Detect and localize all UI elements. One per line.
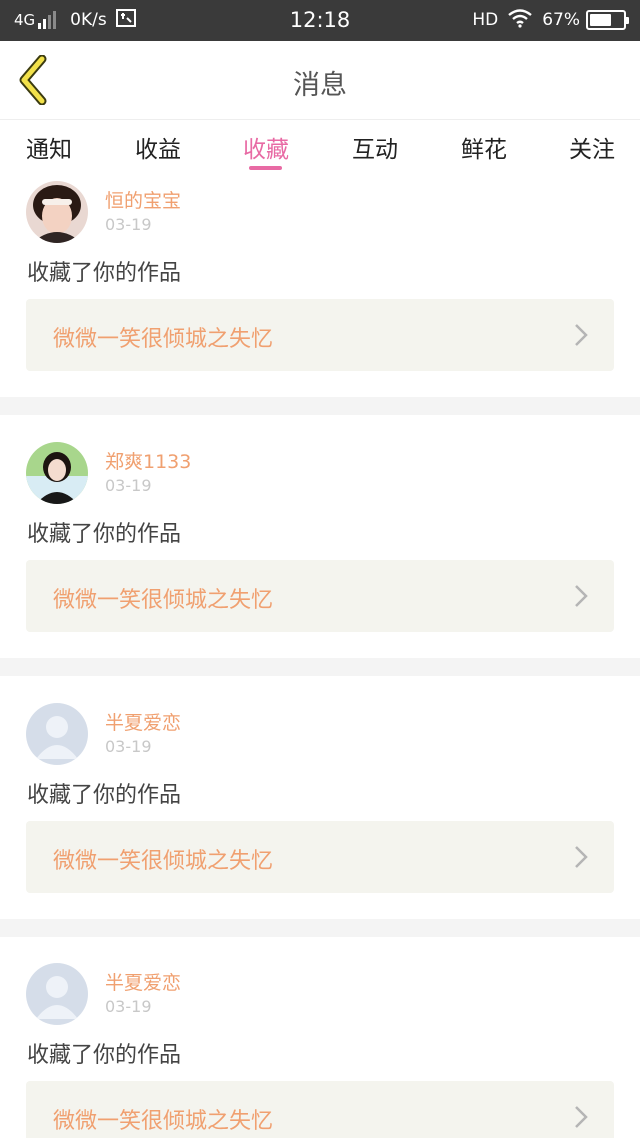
tab-earnings[interactable]: 收益 [135, 130, 181, 164]
tab-follows[interactable]: 关注 [569, 130, 615, 164]
chevron-right-icon [575, 585, 588, 607]
work-link[interactable]: 微微一笑很倾城之失忆 [26, 821, 614, 893]
message-action: 收藏了你的作品 [27, 261, 182, 286]
avatar[interactable] [26, 181, 88, 243]
card-divider [0, 397, 640, 415]
message-card: 恒的宝宝 03-19 收藏了你的作品 微微一笑很倾城之失忆 [0, 171, 640, 397]
card-divider [0, 919, 640, 937]
username[interactable]: 半夏爱恋 [105, 968, 181, 995]
tab-flowers[interactable]: 鲜花 [461, 130, 507, 164]
message-date: 03-19 [105, 476, 152, 495]
message-action: 收藏了你的作品 [27, 522, 182, 547]
message-date: 03-19 [105, 215, 152, 234]
username[interactable]: 恒的宝宝 [105, 186, 181, 213]
battery-percent: 67% [542, 10, 580, 30]
battery-icon [586, 10, 629, 30]
work-link[interactable]: 微微一笑很倾城之失忆 [26, 1081, 614, 1138]
chevron-right-icon [575, 324, 588, 346]
hd-indicator: HD [472, 10, 499, 30]
card-divider [0, 658, 640, 676]
avatar[interactable] [26, 442, 88, 504]
username[interactable]: 半夏爱恋 [105, 708, 181, 735]
nav-bar: 消息 [0, 41, 640, 119]
tab-interactions[interactable]: 互动 [352, 130, 398, 164]
work-title: 微微一笑很倾城之失忆 [53, 327, 274, 352]
message-card: 半夏爱恋 03-19 收藏了你的作品 微微一笑很倾城之失忆 [0, 953, 640, 1138]
message-action: 收藏了你的作品 [27, 1043, 182, 1068]
message-card: 半夏爱恋 03-19 收藏了你的作品 微微一笑很倾城之失忆 [0, 693, 640, 919]
status-right: HD 67% [472, 8, 629, 33]
work-link[interactable]: 微微一笑很倾城之失忆 [26, 560, 614, 632]
work-title: 微微一笑很倾城之失忆 [53, 588, 274, 613]
chevron-right-icon [575, 846, 588, 868]
tab-notifications[interactable]: 通知 [26, 130, 72, 164]
work-link[interactable]: 微微一笑很倾城之失忆 [26, 299, 614, 371]
work-title: 微微一笑很倾城之失忆 [53, 849, 274, 874]
default-avatar-icon[interactable] [26, 703, 88, 765]
message-card: 郑爽1133 03-19 收藏了你的作品 微微一笑很倾城之失忆 [0, 432, 640, 658]
active-tab-indicator [249, 166, 282, 170]
message-date: 03-19 [105, 997, 152, 1016]
work-title: 微微一笑很倾城之失忆 [53, 1109, 274, 1134]
username[interactable]: 郑爽1133 [105, 447, 191, 474]
message-date: 03-19 [105, 737, 152, 756]
wifi-icon [508, 8, 532, 33]
tab-favorites[interactable]: 收藏 [243, 130, 289, 164]
message-action: 收藏了你的作品 [27, 783, 182, 808]
default-avatar-icon[interactable] [26, 963, 88, 1025]
tab-bar: 通知 收益 收藏 互动 鲜花 关注 [0, 119, 640, 171]
status-bar: 4G 0K/s 12:18 HD 67% [0, 0, 640, 41]
chevron-right-icon [575, 1106, 588, 1128]
page-title: 消息 [293, 70, 347, 101]
